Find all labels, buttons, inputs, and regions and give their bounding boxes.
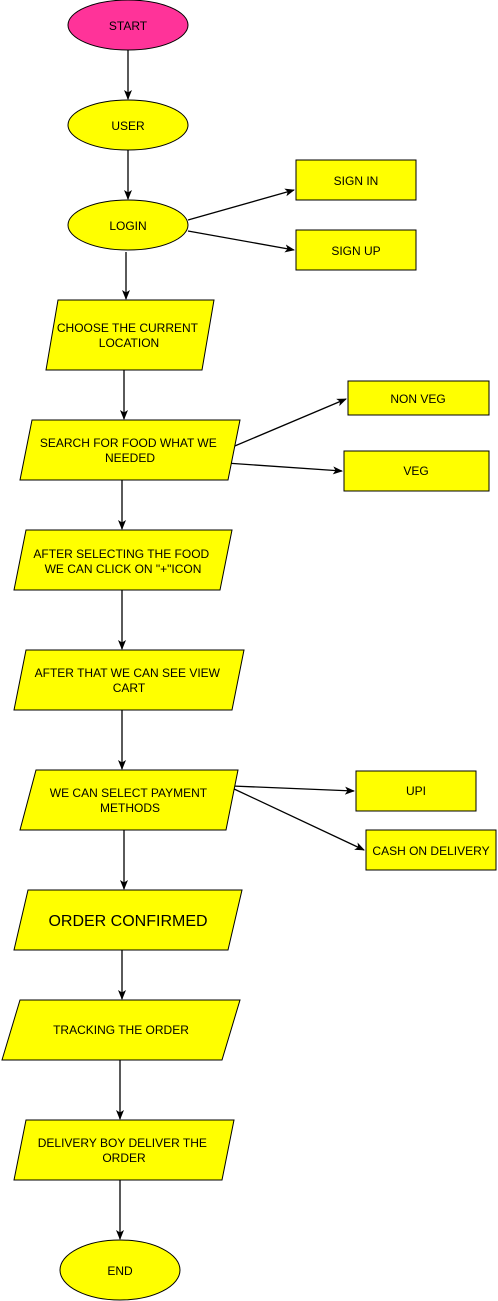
end-node: END <box>59 1239 181 1301</box>
start-node: START <box>67 0 189 51</box>
tracking-node: TRACKING THE ORDER <box>1 999 241 1061</box>
login-node: LOGIN <box>67 199 189 251</box>
search-food-line-2: NEEDED <box>105 451 155 465</box>
payment-line-2: METHODS <box>100 801 160 815</box>
end-label: END <box>107 1264 133 1278</box>
edge-login-signin <box>187 188 295 221</box>
delivery-line-2: ORDER <box>102 1151 146 1165</box>
edge-search-nonveg <box>229 398 347 449</box>
delivery-node: DELIVERY BOY DELIVER THE ORDER <box>13 1119 235 1181</box>
cod-label: CASH ON DELIVERY <box>372 844 489 858</box>
sign-up-node: SIGN UP <box>295 229 417 271</box>
flowchart: START USER LOGIN SIGN IN SIGN UP CHOOSE … <box>1 0 497 1301</box>
select-food-node: AFTER SELECTING THE FOOD WE CAN CLICK ON… <box>13 529 233 591</box>
select-food-line-1: AFTER SELECTING THE FOOD <box>33 547 209 561</box>
upi-node: UPI <box>355 770 477 812</box>
search-food-node: SEARCH FOR FOOD WHAT WE NEEDED <box>19 419 241 481</box>
cod-node: CASH ON DELIVERY <box>365 829 497 871</box>
search-food-shape <box>19 419 241 481</box>
delivery-line-1: DELIVERY BOY DELIVER THE <box>38 1136 207 1150</box>
sign-up-label: SIGN UP <box>331 244 380 258</box>
view-cart-line-1: AFTER THAT WE CAN SEE VIEW <box>35 666 221 680</box>
select-food-label: AFTER SELECTING THE FOOD WE CAN CLICK ON… <box>33 547 212 576</box>
view-cart-line-2: CART <box>113 681 146 695</box>
start-label: START <box>109 19 148 33</box>
order-confirmed-label: ORDER CONFIRMED <box>48 913 207 930</box>
edge-login-signup <box>187 230 295 253</box>
sign-in-label: SIGN IN <box>334 174 379 188</box>
view-cart-node: AFTER THAT WE CAN SEE VIEW CART <box>13 649 245 711</box>
payment-node: WE CAN SELECT PAYMENT METHODS <box>19 769 239 831</box>
choose-location-shape <box>45 299 215 371</box>
veg-node: VEG <box>343 450 490 492</box>
user-label: USER <box>111 119 145 133</box>
sign-in-node: SIGN IN <box>295 159 417 201</box>
user-node: USER <box>67 99 189 151</box>
view-cart-shape <box>13 649 245 711</box>
upi-label: UPI <box>406 784 426 798</box>
edge-payment-cod <box>231 787 365 851</box>
payment-line-1: WE CAN SELECT PAYMENT <box>50 786 208 800</box>
choose-location-node: CHOOSE THE CURRENT LOCATION <box>45 299 215 371</box>
choose-location-line-1: CHOOSE THE CURRENT <box>57 321 199 335</box>
non-veg-node: NON VEG <box>347 380 490 416</box>
login-label: LOGIN <box>109 219 146 233</box>
edge-payment-upi <box>231 785 355 795</box>
non-veg-label: NON VEG <box>390 392 445 406</box>
select-food-line-2: WE CAN CLICK ON "+"ICON <box>45 562 202 576</box>
search-food-line-1: SEARCH FOR FOOD WHAT WE <box>40 436 217 450</box>
choose-location-line-2: LOCATION <box>99 336 159 350</box>
payment-shape <box>19 769 239 831</box>
edge-search-veg <box>225 462 343 475</box>
order-confirmed-node: ORDER CONFIRMED <box>13 889 243 951</box>
delivery-shape <box>13 1119 235 1181</box>
tracking-label: TRACKING THE ORDER <box>53 1023 189 1037</box>
veg-label: VEG <box>403 464 428 478</box>
